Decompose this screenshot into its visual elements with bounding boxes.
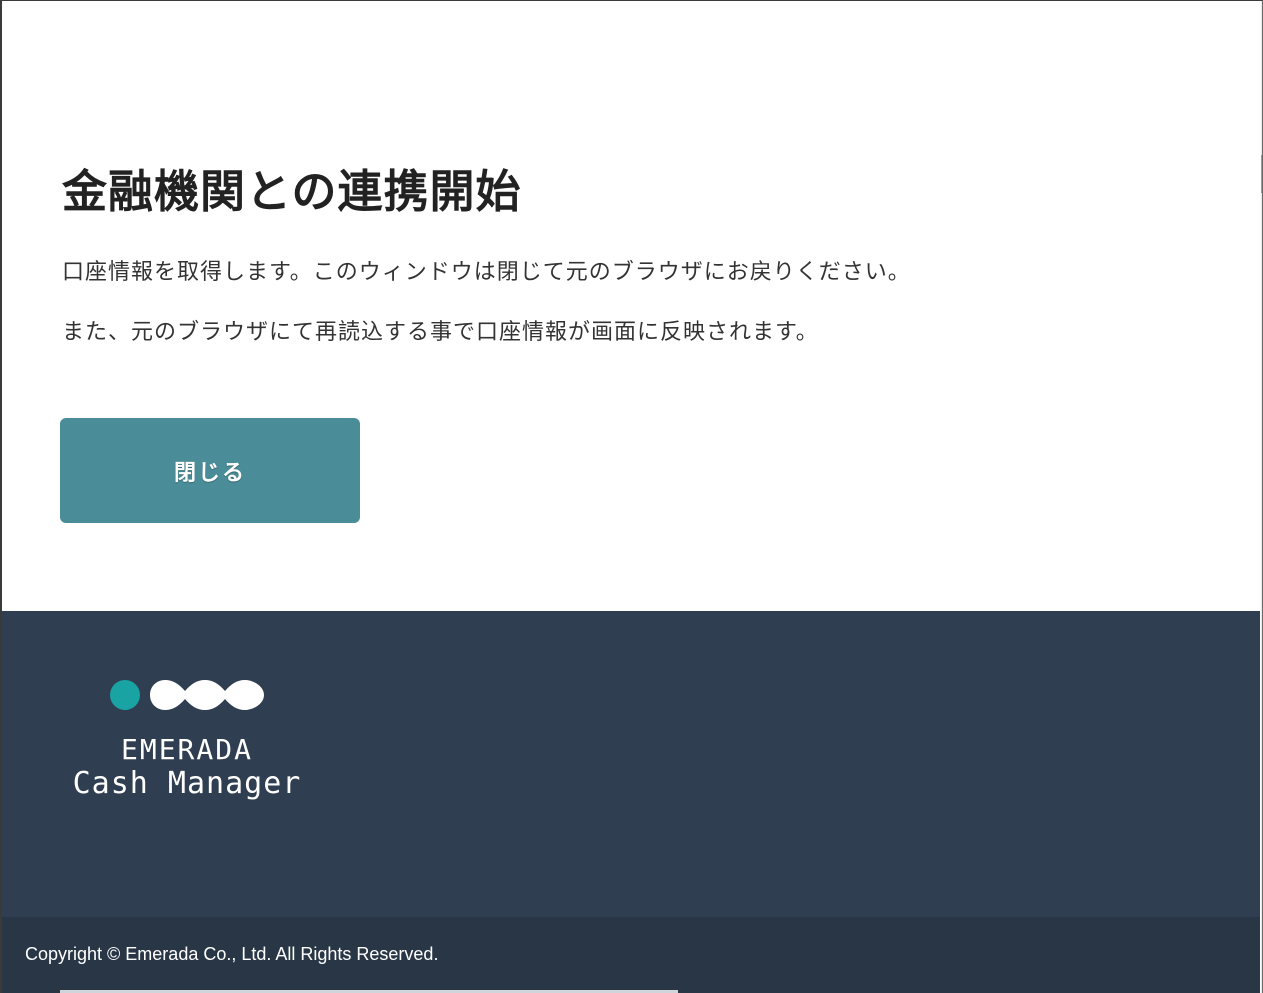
emerada-logo-icon [110,680,264,710]
message-line-1: 口座情報を取得します。このウィンドウは閉じて元のブラウザにお戻りください。 [62,260,911,285]
page-title: 金融機関との連携開始 [62,165,522,218]
logo-text-cash-manager: Cash Manager [72,766,302,801]
message-line-2: また、元のブラウザにて再読込する事で口座情報が画面に反映されます。 [62,320,819,345]
close-button[interactable]: 閉じる [60,418,360,523]
logo-text-emerada: EMERADA [120,733,253,766]
copyright-text: Copyright © Emerada Co., Ltd. All Rights… [25,944,439,964]
